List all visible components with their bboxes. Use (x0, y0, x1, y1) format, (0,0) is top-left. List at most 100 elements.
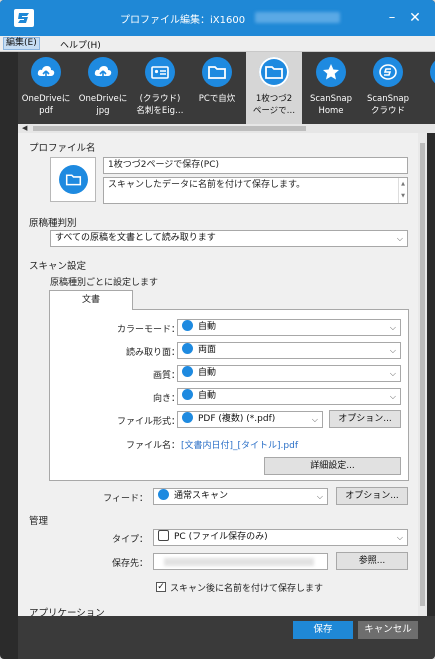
save-to-label: 保存先： (111, 559, 148, 569)
save-to-path-field[interactable] (153, 553, 328, 570)
scan-side-label: 読み取り面： (125, 348, 180, 358)
menu-bar: 編集(E) ヘルプ(H) (0, 36, 435, 52)
cloud-upload-icon (31, 57, 61, 87)
profile-name-input[interactable]: 1枚つづ2ページで保存(PC) (103, 157, 408, 174)
chevron-down-icon: ⌵ (316, 492, 323, 501)
chevron-down-icon: ⌵ (396, 234, 403, 243)
orientation-select[interactable]: 自動 ⌵ (177, 388, 401, 405)
profile-list: OneDriveに pdf OneDriveに jpg (クラウド) 名刺をEig…… (18, 52, 435, 124)
scrollbar-thumb[interactable] (420, 143, 425, 606)
profile-item[interactable]: ScanSnap Home (303, 52, 359, 124)
scan-settings-section-title: スキャン設定 (29, 261, 87, 272)
color-mode-icon (182, 320, 193, 331)
rename-after-scan-label: スキャン後に名前を付けて保存します (170, 584, 324, 594)
scan-side-select[interactable]: 両面 ⌵ (177, 342, 401, 359)
quality-icon (182, 366, 193, 377)
profile-item-label: OneDriveに pdf (21, 94, 71, 116)
browse-button[interactable]: 参照... (336, 552, 408, 570)
menu-help[interactable]: ヘルプ(H) (60, 38, 101, 51)
profile-icon-button[interactable] (50, 157, 96, 202)
feed-select[interactable]: 通常スキャン ⌵ (153, 488, 328, 505)
detail-settings-button[interactable]: 詳細設定... (264, 457, 401, 475)
footer-bar: 保存 キャンセル (18, 616, 435, 659)
mail-icon (430, 57, 435, 87)
close-button[interactable]: ✕ (405, 8, 425, 28)
profile-item-label: メ (417, 93, 435, 105)
file-format-select[interactable]: PDF (複数) (*.pdf) ⌵ (177, 411, 323, 428)
description-scrollbar[interactable]: ▲ ▼ (398, 178, 407, 203)
orientation-value: 自動 (198, 391, 217, 401)
profile-item[interactable]: ScanSnap クラウド (360, 52, 416, 124)
doc-type-value: すべての原稿を文書として読み取ります (55, 233, 216, 243)
profile-item[interactable]: メ (417, 52, 435, 124)
color-mode-select[interactable]: 自動 ⌵ (177, 319, 401, 336)
file-format-value: PDF (複数) (*.pdf) (198, 414, 276, 424)
file-format-options-button[interactable]: オプション... (329, 410, 401, 428)
profile-list-scrollbar[interactable]: ◀ (18, 124, 435, 133)
cancel-button[interactable]: キャンセル (358, 621, 418, 639)
folder-icon (202, 57, 232, 87)
rotate-icon (182, 389, 193, 400)
profile-name-section-title: プロファイル名 (29, 143, 96, 154)
chevron-down-icon: ⌵ (389, 323, 396, 332)
quality-value: 自動 (198, 368, 217, 378)
file-name-link[interactable]: [文書内日付]_[タイトル].pdf (181, 438, 298, 451)
profile-item-label: PCで自炊 (198, 94, 236, 104)
profile-item[interactable]: PCで自炊 (189, 52, 245, 124)
redacted-path (164, 558, 314, 566)
orientation-label: 向き： (152, 394, 180, 404)
folder-icon (59, 165, 88, 194)
scrollbar-thumb[interactable] (33, 126, 306, 131)
minimize-button[interactable]: – (382, 8, 402, 28)
business-card-icon (145, 57, 175, 87)
tab-document-label: 文書 (81, 295, 100, 305)
type-label: タイプ： (111, 535, 148, 545)
cloud-upload-icon (88, 57, 118, 87)
feed-value: 通常スキャン (174, 491, 229, 501)
chevron-down-icon: ⌵ (389, 369, 396, 378)
profile-item[interactable]: OneDriveに pdf (18, 52, 74, 124)
profile-description-text: スキャンしたデータに名前を付けて保存します。 (108, 180, 306, 190)
profile-item-label: (クラウド) 名刺をEig… (136, 94, 184, 116)
rename-after-scan-checkbox[interactable]: ✓ (156, 582, 166, 592)
type-value: PC (ファイル保存のみ) (174, 532, 268, 542)
chevron-down-icon: ⌵ (389, 346, 396, 355)
profile-item-label: ScanSnap クラウド (366, 94, 410, 116)
feed-icon (158, 489, 169, 500)
file-name-label: ファイル名： (125, 441, 180, 451)
profile-edit-window: プロファイル編集：iX1600 – ✕ 編集(E) ヘルプ(H) OneDriv… (0, 0, 435, 659)
profile-item[interactable]: 1枚つづ2 ページで… (246, 52, 302, 124)
settings-panel: プロファイル名 1枚つづ2ページで保存(PC) スキャンしたデータに名前を付けて… (18, 133, 418, 616)
settings-scrollbar[interactable] (418, 133, 427, 616)
doc-type-select[interactable]: すべての原稿を文書として読み取ります ⌵ (50, 230, 408, 247)
star-icon (316, 57, 346, 87)
chevron-down-icon: ⌵ (311, 415, 318, 424)
profile-item-label: ScanSnap Home (309, 94, 353, 116)
feed-options-button[interactable]: オプション... (336, 487, 408, 505)
pc-icon (158, 530, 169, 541)
quality-select[interactable]: 自動 ⌵ (177, 365, 401, 382)
application-section-title: アプリケーション (29, 608, 105, 616)
save-button[interactable]: 保存 (293, 621, 353, 639)
title-bar: プロファイル編集：iX1600 – ✕ (0, 0, 435, 36)
chevron-down-icon: ⌵ (389, 392, 396, 401)
chevron-down-icon: ⌵ (396, 533, 403, 542)
quality-label: 画質： (152, 371, 180, 381)
profile-item[interactable]: OneDriveに jpg (75, 52, 131, 124)
type-select[interactable]: PC (ファイル保存のみ) ⌵ (153, 529, 408, 546)
management-section-title: 管理 (29, 516, 49, 527)
document-settings-panel: カラーモード： 自動 ⌵ 読み取り面： 両面 ⌵ 画質： 自動 ⌵ 向き： 自動 ⌵ フ… (49, 309, 409, 481)
duplex-icon (182, 343, 193, 354)
scroll-left-icon[interactable]: ◀ (22, 124, 27, 133)
scan-side-value: 両面 (198, 345, 217, 355)
profile-item-label: OneDriveに jpg (78, 94, 128, 116)
folder-icon (259, 57, 289, 87)
menu-edit[interactable]: 編集(E) (3, 37, 40, 50)
scansnap-cloud-icon (373, 57, 403, 87)
color-mode-label: カラーモード： (116, 325, 180, 335)
redacted-serial (255, 12, 340, 23)
profile-item-label: 1枚つづ2 ページで… (252, 94, 296, 116)
profile-item[interactable]: (クラウド) 名刺をEig… (132, 52, 188, 124)
profile-description-input[interactable]: スキャンしたデータに名前を付けて保存します。 ▲ ▼ (103, 177, 408, 204)
tab-document[interactable]: 文書 (49, 290, 133, 310)
